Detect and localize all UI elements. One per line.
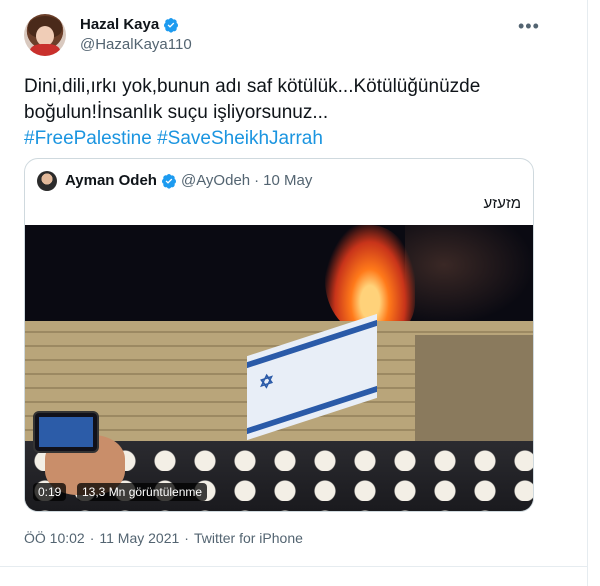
quoted-author-avatar[interactable] [37,171,57,191]
quoted-author-handle[interactable]: @AyOdeh [181,172,250,189]
hashtag-row: #FreePalestine #SaveSheikhJarrah [24,126,564,152]
wall-structure-shape [415,335,533,455]
tweet-text-line: boğulun!İnsanlık suçu işliyorsunuz... [24,102,329,123]
separator-dot: · [184,530,189,546]
quoted-author-name[interactable]: Ayman Odeh [65,172,157,189]
author-name-row: Hazal Kaya [80,16,179,33]
quoted-tweet-text: מזעזע [483,195,521,212]
quoted-tweet-header: Ayman Odeh @AyOdeh · 10 May [65,172,312,189]
phone-shape [33,411,99,453]
video-time-badge: 0:19 [33,483,67,501]
tweet-time[interactable]: ÖÖ 10:02 [24,530,85,546]
separator-dot: · [254,172,260,189]
author-handle[interactable]: @HazalKaya110 [80,36,192,53]
verified-badge-icon [164,17,179,33]
quoted-tweet[interactable]: Ayman Odeh @AyOdeh · 10 May מזעזע ✡ 0:19 [24,158,534,512]
more-options-icon[interactable]: ••• [518,16,540,37]
tweet-meta: ÖÖ 10:02 · 11 May 2021 · Twitter for iPh… [24,530,303,546]
quoted-tweet-date[interactable]: 10 May [263,172,312,189]
divider [0,566,588,567]
video-player[interactable]: ✡ 0:19 13,3 Mn görüntülenme [25,225,533,511]
author-avatar[interactable] [24,14,66,56]
verified-badge-icon [161,173,176,189]
author-display-name[interactable]: Hazal Kaya [80,16,159,33]
tweet-date[interactable]: 11 May 2021 [99,530,179,546]
tweet-text: Dini,dili,ırkı yok,bunun adı saf kötülük… [24,74,564,152]
separator-dot: · [89,530,95,546]
smoke-shape [405,225,533,325]
tweet-card: Hazal Kaya @HazalKaya110 ••• Dini,dili,ı… [0,0,588,586]
tweet-source[interactable]: Twitter for iPhone [194,530,303,546]
hashtag-link[interactable]: #SaveSheikhJarrah [157,128,323,149]
tweet-text-line: Dini,dili,ırkı yok,bunun adı saf kötülük… [24,76,481,97]
video-views-badge: 13,3 Mn görüntülenme [77,483,208,501]
hashtag-link[interactable]: #FreePalestine [24,128,152,149]
